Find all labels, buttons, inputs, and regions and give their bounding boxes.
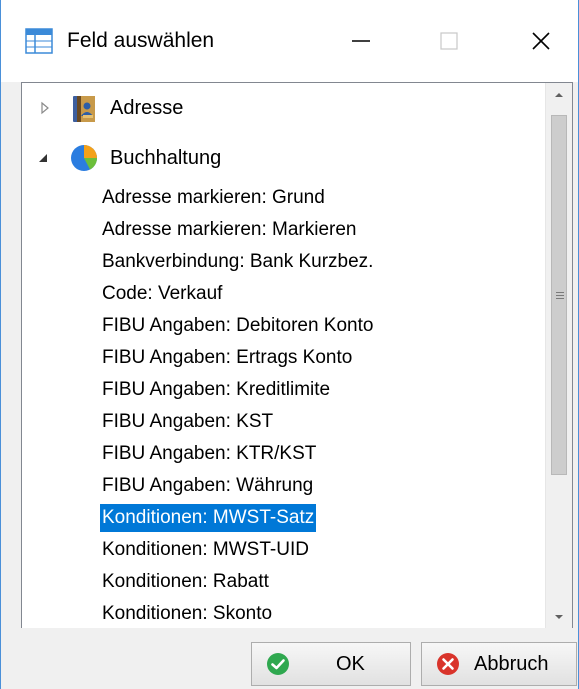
tree-leaf[interactable]: Konditionen: Skonto [100,600,274,628]
tree-leaf[interactable]: FIBU Angaben: Debitoren Konto [100,312,375,340]
grip-line [556,295,564,296]
chevron-up-icon [555,93,563,97]
cancel-button-label: Abbruch [474,652,549,675]
pie-chart-icon [71,145,97,171]
window-title: Feld auswählen [67,29,215,52]
scroll-up-button[interactable] [546,83,572,107]
maximize-icon [440,32,458,50]
close-button[interactable] [511,20,571,62]
grip-line [556,298,564,299]
tree-leaf[interactable]: Konditionen: Rabatt [100,568,271,596]
collapse-arrow-icon[interactable] [36,151,50,165]
scroll-thumb[interactable] [551,115,567,475]
address-book-icon [73,96,95,122]
field-tree[interactable]: Adresse Buchhaltung Adresse markieren: G… [21,82,573,630]
tree-leaf[interactable]: Konditionen: MWST-UID [100,536,311,564]
tree-node-label: Buchhaltung [110,147,222,169]
chevron-down-icon [555,615,563,619]
tree-leaf[interactable]: Adresse markieren: Markieren [100,216,358,244]
tree-leaf[interactable]: Code: Verkauf [100,280,224,308]
cancel-circle-icon [437,653,459,675]
cancel-button[interactable]: Abbruch [421,642,577,686]
check-circle-icon [267,653,289,675]
scroll-down-button[interactable] [546,605,572,629]
tree-leaf[interactable]: FIBU Angaben: KTR/KST [100,440,318,468]
minimize-icon [352,40,370,42]
tree-leaf[interactable]: FIBU Angaben: KST [100,408,275,436]
dialog-window: Feld auswählen Adresse Buchhaltung Adres… [0,0,579,689]
close-icon [532,32,550,50]
tree-leaf[interactable]: FIBU Angaben: Kreditlimite [100,376,332,404]
maximize-button[interactable] [419,20,479,62]
tree-node-label: Adresse [110,97,184,119]
tree-leaf-selected[interactable]: Konditionen: MWST-Satz [100,504,317,532]
tree-leaf[interactable]: Bankverbindung: Bank Kurzbez. [100,248,375,276]
ok-button-label: OK [336,652,365,675]
grip-line [556,292,564,293]
table-icon [25,28,53,54]
tree-leaf[interactable]: FIBU Angaben: Ertrags Konto [100,344,354,372]
expand-arrow-icon[interactable] [38,101,52,115]
minimize-button[interactable] [331,20,391,62]
vertical-scrollbar[interactable] [545,83,572,629]
tree-leaf[interactable]: Adresse markieren: Grund [100,184,327,212]
ok-button[interactable]: OK [251,642,411,686]
tree-leaf[interactable]: FIBU Angaben: Währung [100,472,315,500]
dialog-footer: OK Abbruch [1,628,578,689]
title-bar[interactable]: Feld auswählen [1,0,578,82]
